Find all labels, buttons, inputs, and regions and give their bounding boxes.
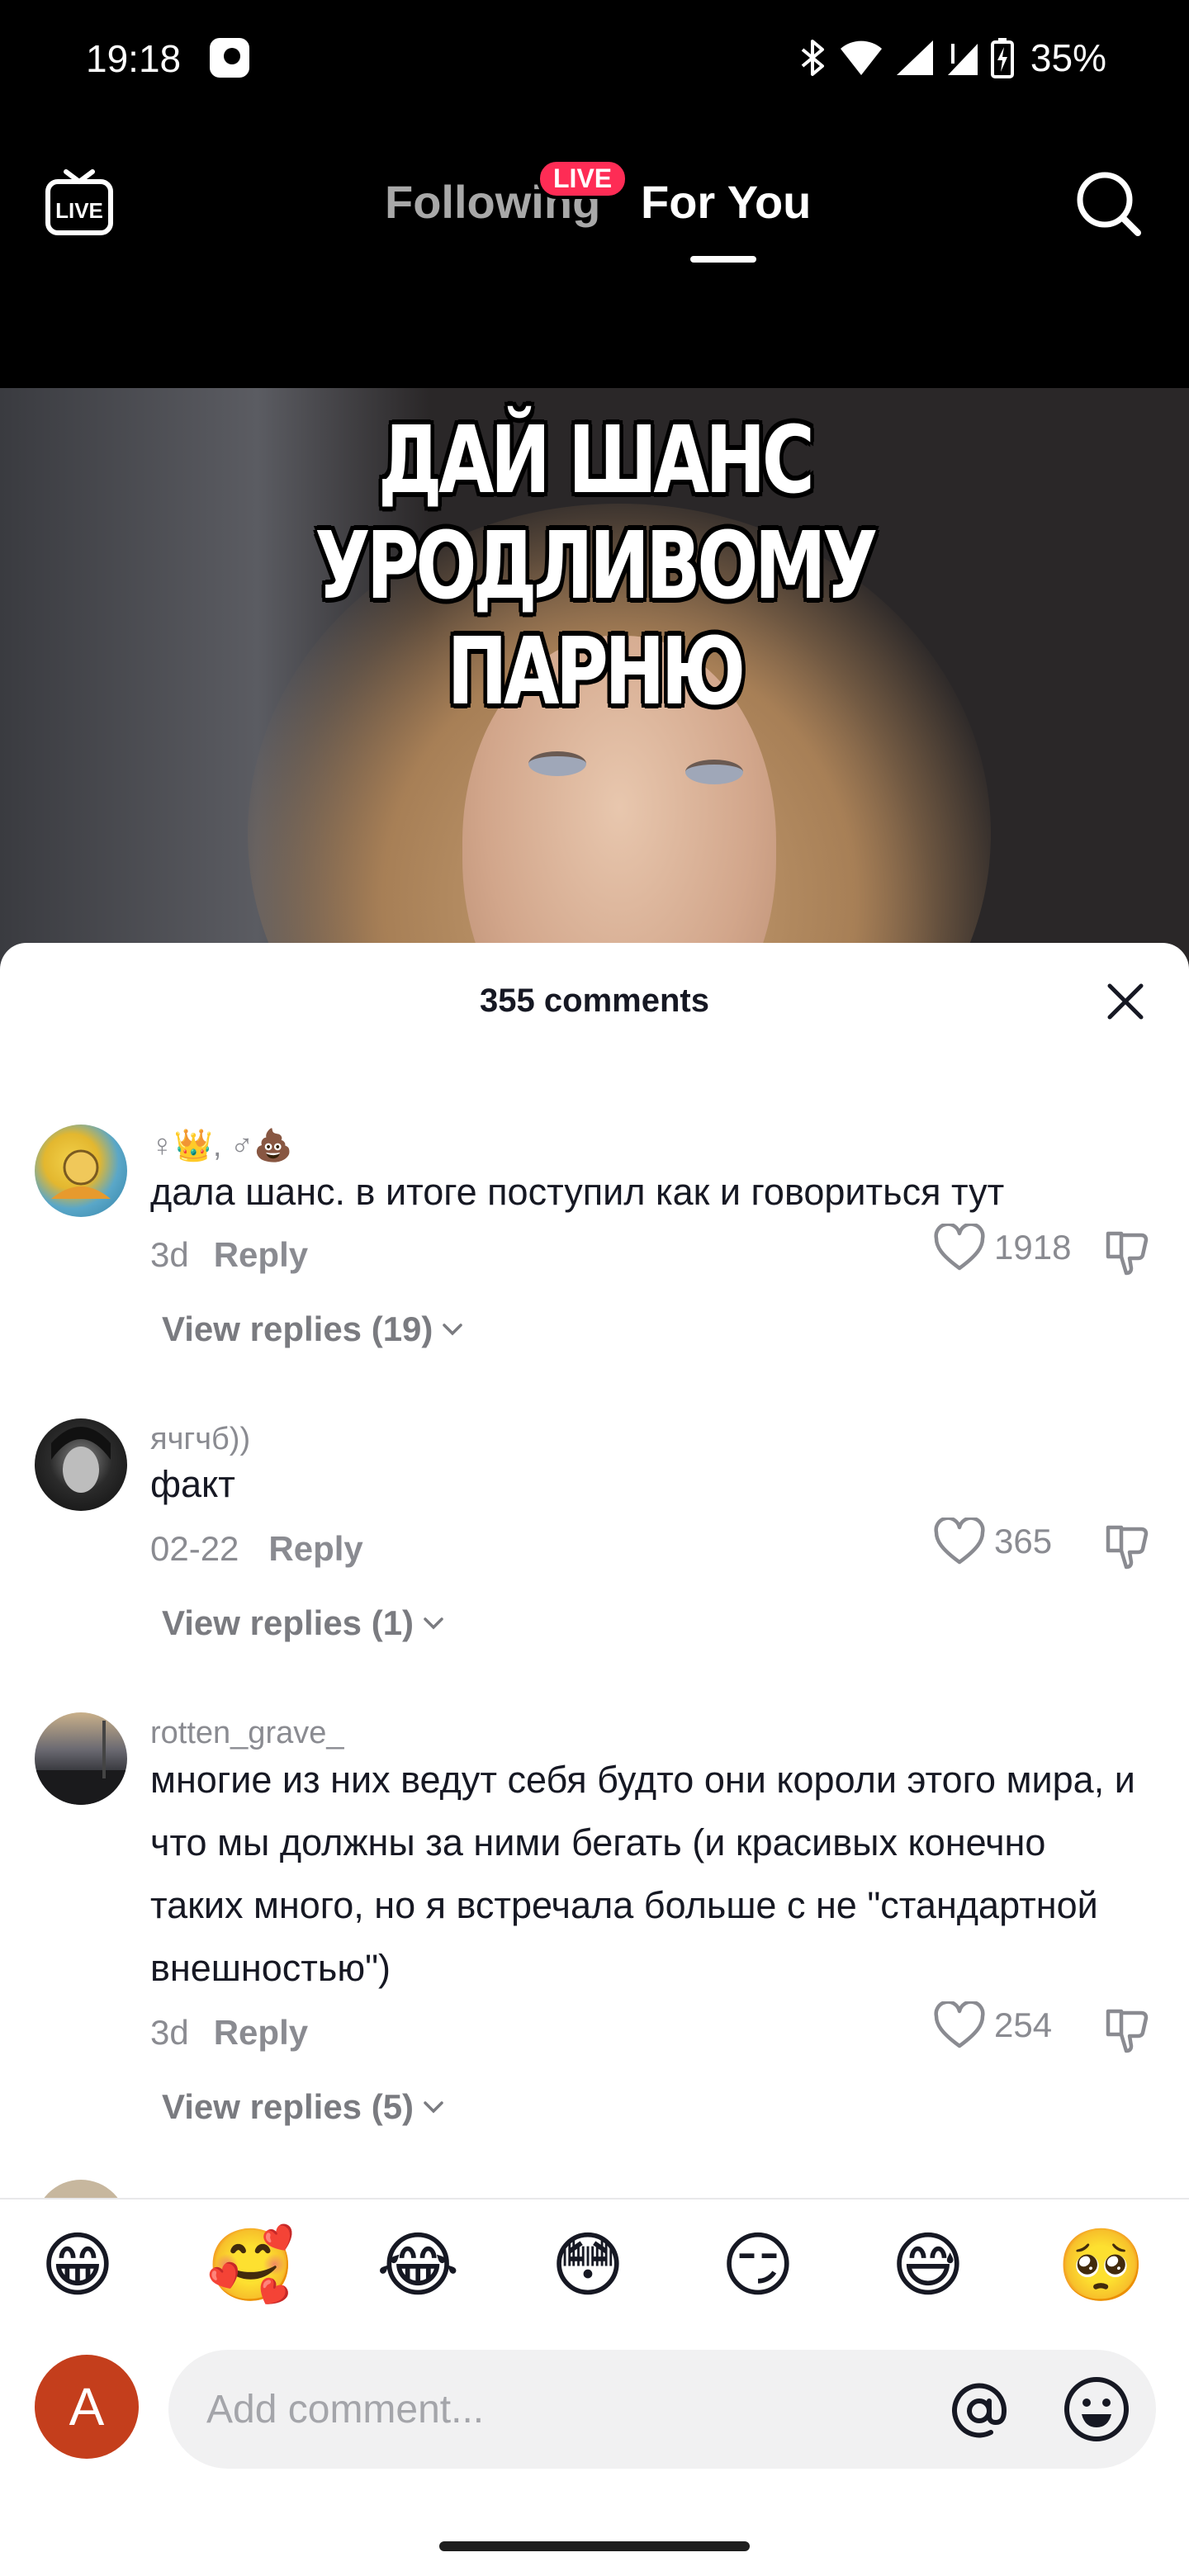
emoji-grin[interactable]: 😁 [36, 2224, 119, 2307]
chevron-down-icon [443, 1324, 463, 1336]
comment-meta: 3d Reply [150, 2013, 308, 2053]
dislike-icon[interactable] [1103, 2006, 1151, 2054]
avatar[interactable] [35, 1125, 127, 1217]
reply-button[interactable]: Reply [268, 1529, 362, 1568]
comment-text: факт [150, 1463, 235, 1505]
top-nav: LIVE Following LIVE For You [0, 124, 1189, 388]
active-tab-indicator [690, 256, 756, 263]
live-tv-icon[interactable]: LIVE [43, 167, 116, 239]
comment-username[interactable]: ♀👑, ♂💩 [150, 1128, 293, 1164]
status-icons: 35% [799, 33, 1106, 83]
emoji-pleading[interactable]: 🥺 [1057, 2224, 1145, 2307]
video-subject-eye [528, 751, 586, 776]
video-caption-line1: ДАЙ ШАНС УРОДЛИВОМУ [315, 407, 878, 620]
comment-time: 02-22 [150, 1529, 239, 1568]
view-replies-label: View replies (19) [162, 1309, 433, 1348]
view-replies-button[interactable]: View replies (5) [162, 2087, 445, 2127]
like-count: 365 [994, 1522, 1053, 1560]
home-indicator[interactable] [439, 2541, 750, 2551]
comment-text: многие из них ведут себя будто они корол… [150, 1759, 1135, 1989]
reply-button[interactable]: Reply [214, 1235, 308, 1274]
comment-input[interactable] [206, 2350, 950, 2469]
video-player[interactable]: ДАЙ ШАНС УРОДЛИВОМУ ПАРНЮ [0, 388, 1189, 983]
emoji-tears-of-joy[interactable]: 😂 [377, 2224, 460, 2307]
comment-input-container[interactable] [168, 2350, 1156, 2469]
heart-icon [934, 1518, 985, 1565]
avatar[interactable] [35, 1712, 127, 1805]
like-count: 1918 [994, 1228, 1072, 1267]
like-button[interactable]: 1918 [933, 1224, 1071, 1271]
emoji-picker-icon[interactable] [1062, 2375, 1131, 2444]
like-button[interactable]: 254 [933, 2001, 1052, 2049]
bluetooth-icon [801, 40, 824, 76]
notification-app-icon [210, 38, 249, 78]
emoji-smirk[interactable]: 😏 [717, 2224, 799, 2307]
close-icon[interactable] [1105, 981, 1146, 1022]
chevron-down-icon [424, 2101, 443, 2114]
search-icon[interactable] [1073, 168, 1143, 238]
live-icon-text: LIVE [55, 198, 103, 223]
comment-input-row: A [0, 2322, 1189, 2487]
status-time: 19:18 [86, 37, 182, 80]
battery-percentage: 35% [1030, 36, 1106, 79]
emoji-smiling-hearts[interactable]: 🥰 [206, 2224, 295, 2307]
comment-username[interactable]: rotten_grave_ [150, 1716, 344, 1751]
dislike-icon[interactable] [1103, 1522, 1151, 1570]
live-badge: LIVE [537, 159, 629, 199]
like-button[interactable]: 365 [933, 1518, 1052, 1565]
like-count: 254 [994, 2005, 1053, 2044]
comments-count-title: 355 comments [480, 983, 709, 1019]
heart-icon [934, 2001, 985, 2048]
tab-for-you[interactable]: For You [641, 175, 811, 229]
user-avatar[interactable]: A [35, 2355, 139, 2459]
view-replies-button[interactable]: View replies (1) [162, 1603, 445, 1643]
heart-icon [934, 1224, 985, 1271]
avatar[interactable] [35, 1418, 127, 1511]
comments-list[interactable]: ♀👑, ♂💩 дала шанс. в итоге поступил как и… [0, 1042, 1189, 2313]
comment-time: 3d [150, 2013, 189, 2052]
comment-meta: 3d Reply [150, 1235, 308, 1275]
emoji-flushed[interactable]: 😳 [547, 2224, 629, 2307]
comment-meta: 02-22 Reply [150, 1529, 363, 1569]
chevron-down-icon [424, 1617, 443, 1630]
dislike-icon[interactable] [1103, 1229, 1151, 1276]
view-replies-label: View replies (1) [162, 1603, 414, 1642]
quick-emoji-bar: 😁 🥰 😂 😳 😏 😅 🥺 [0, 2198, 1189, 2322]
view-replies-label: View replies (5) [162, 2087, 414, 2126]
video-caption-line2: ПАРНЮ [447, 618, 746, 726]
comment-time: 3d [150, 1235, 189, 1274]
signal-2-icon [947, 44, 978, 75]
emoji-sweat-smile[interactable]: 😅 [887, 2224, 969, 2307]
view-replies-button[interactable]: View replies (19) [162, 1309, 464, 1349]
avatar-image [51, 1427, 111, 1493]
signal-icon [896, 40, 933, 75]
comment-username[interactable]: ячгчб)) [150, 1422, 250, 1457]
avatar-image [35, 1721, 127, 1805]
status-bar: 19:18 35% [0, 0, 1189, 124]
mention-icon[interactable] [948, 2379, 1011, 2442]
battery-charging-icon [990, 38, 1014, 78]
video-subject-eye [685, 760, 743, 784]
comment-text: дала шанс. в итоге поступил как и говори… [150, 1171, 1005, 1213]
video-caption: ДАЙ ШАНС УРОДЛИВОМУ ПАРНЮ [130, 408, 1058, 725]
avatar-image [51, 1149, 111, 1199]
reply-button[interactable]: Reply [214, 2013, 308, 2052]
comments-sheet: 355 comments ♀👑, ♂💩 дала шанс. в итоге п… [0, 943, 1189, 2576]
wifi-icon [840, 40, 882, 75]
